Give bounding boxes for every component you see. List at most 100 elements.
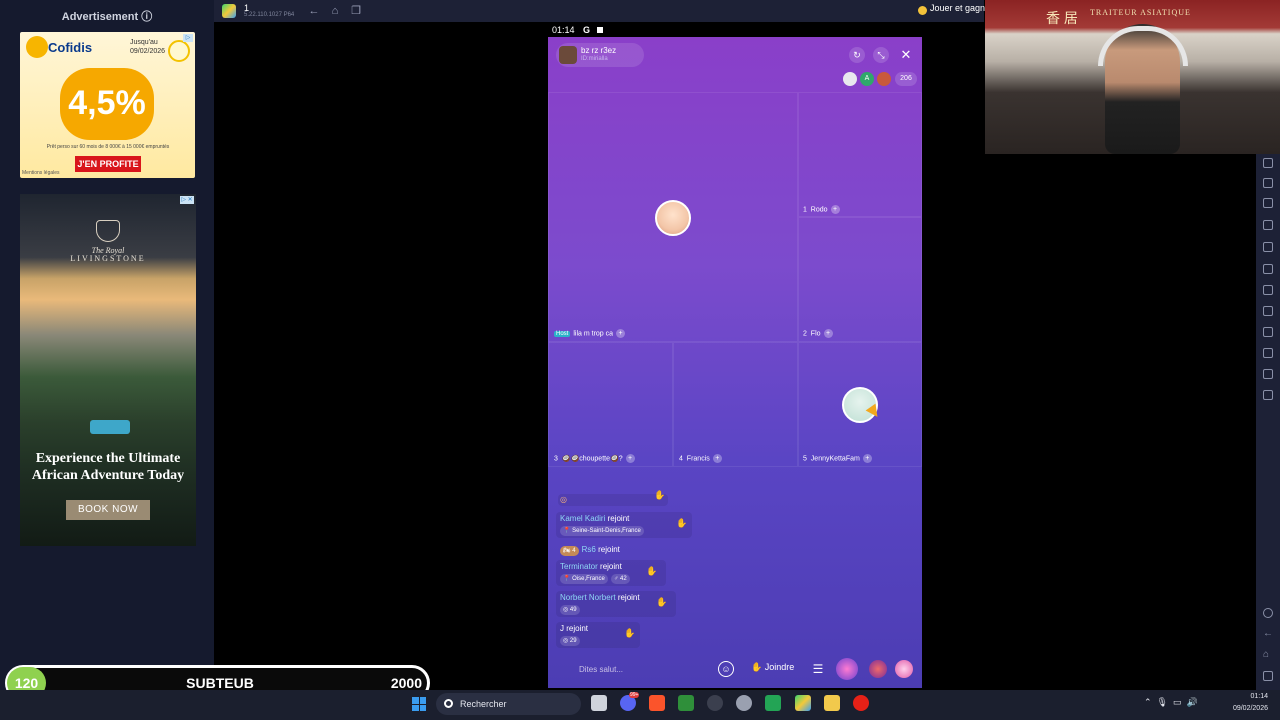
chat-input[interactable]: Dites salut... (571, 662, 706, 678)
join-button[interactable]: ✋ Joindre (751, 662, 794, 673)
follow-plus-icon[interactable]: + (823, 329, 833, 338)
seat-number: 2 (803, 330, 807, 338)
system-tray[interactable]: ⌃ 🎙 ▭ 🔊 (1144, 697, 1198, 708)
livingstone-ad[interactable]: The Royal LIVINGSTONE Experience the Ult… (20, 194, 196, 546)
seat-3[interactable] (548, 342, 673, 467)
taskbar-date[interactable]: 09/02/2026 (1220, 705, 1268, 712)
ad-legal-link[interactable]: Mentions légales (22, 170, 60, 176)
game-icon[interactable] (836, 658, 858, 680)
share-icon[interactable]: ↻ (849, 47, 865, 63)
sidebar-tool-icon[interactable] (1263, 327, 1273, 337)
windows-start-icon[interactable] (412, 697, 426, 711)
sidebar-tool-icon[interactable] (1263, 264, 1273, 274)
hotel-name-line2: LIVINGSTONE (70, 254, 146, 263)
sidebar-tool-icon[interactable] (1263, 285, 1273, 295)
multi-window-icon[interactable]: ❐ (349, 4, 363, 18)
home-icon[interactable]: ⌂ (328, 4, 342, 18)
adchoices-icon[interactable]: ▷ (183, 34, 193, 42)
wave-icon[interactable]: ✋ (654, 490, 665, 501)
adchoices-icon[interactable]: ▷ ✕ (180, 196, 194, 204)
minimize-icon[interactable]: ⤡ (873, 47, 889, 63)
seat-name: Rodo (810, 206, 828, 214)
viewer-avatar[interactable]: A (860, 72, 874, 86)
book-now-button[interactable]: BOOK NOW (66, 500, 150, 520)
wave-icon[interactable]: ✋ (656, 597, 667, 608)
brave-icon[interactable] (649, 695, 665, 711)
bluestacks-icon[interactable] (795, 695, 811, 711)
home-icon[interactable]: ⌂ (1263, 650, 1273, 660)
host-badge: Host (554, 331, 571, 338)
recents-icon[interactable] (1263, 671, 1273, 681)
sidebar-tool-icon[interactable] (1263, 348, 1273, 358)
taskbar-time[interactable]: 01:14 (1230, 693, 1268, 700)
seat-name: JennyKettaFam (810, 455, 860, 463)
follow-plus-icon[interactable]: + (862, 454, 872, 463)
search-icon (444, 699, 453, 708)
sidebar-tool-icon[interactable] (1263, 306, 1273, 316)
follow-plus-icon[interactable]: + (616, 329, 626, 338)
sub-goal-target: 2000 (390, 675, 422, 691)
follow-plus-icon[interactable]: + (712, 454, 722, 463)
follow-plus-icon[interactable]: + (625, 454, 635, 463)
sub-goal-label: SUBTEUB (186, 675, 254, 691)
ad-cta-button[interactable]: J'EN PROFITE (75, 156, 141, 172)
app-icon[interactable] (707, 695, 723, 711)
chat-message: 🏍 4 Rs6 rejoint (556, 543, 628, 556)
seat-name: 🥥🥥choupette🥥? (561, 455, 623, 463)
gift-icon[interactable] (895, 660, 913, 678)
seat-4[interactable] (673, 342, 798, 467)
sidebar-tool-icon[interactable] (1263, 158, 1273, 168)
viewer-avatar[interactable] (843, 72, 857, 86)
wave-icon[interactable]: ✋ (676, 518, 687, 529)
chat-user-name[interactable]: J (560, 624, 564, 633)
emoji-icon[interactable]: ☺ (718, 661, 734, 677)
seat-2[interactable] (798, 217, 922, 342)
sidebar-tool-icon[interactable] (1263, 369, 1273, 379)
promo-icon (918, 6, 927, 15)
menu-icon[interactable]: ☰ (809, 660, 827, 678)
host-avatar[interactable] (655, 200, 691, 236)
seat-3-label: 3 🥥🥥choupette🥥? + (554, 454, 635, 463)
windows-taskbar (0, 690, 1280, 720)
viewer-count[interactable]: 206 (895, 72, 917, 86)
cofidis-ad[interactable]: Cofidis Jusqu'au 09/02/2026 4,5% Prêt pe… (20, 32, 195, 178)
follow-plus-icon[interactable]: + (830, 205, 840, 214)
sidebar-tool-icon[interactable] (1263, 390, 1273, 400)
promo-link[interactable]: Jouer et gagn (930, 3, 985, 13)
seat-1-label: 1 Rodo + (803, 205, 840, 214)
wave-icon[interactable]: ✋ (624, 628, 635, 639)
chat-user-name[interactable]: Rs6 (582, 545, 596, 554)
spreadsheet-icon[interactable] (765, 695, 781, 711)
shop-sign-chinese: 香 居 (1046, 10, 1078, 26)
wave-icon[interactable]: ✋ (646, 566, 657, 577)
chat-user-name[interactable]: Norbert Norbert (560, 593, 616, 602)
rose-gift-icon[interactable] (869, 660, 887, 678)
chat-user-name[interactable]: Terminator (560, 562, 598, 571)
status-time: 01:14 (552, 25, 575, 35)
close-icon[interactable]: ✕ (898, 47, 914, 63)
seat-1[interactable] (798, 92, 922, 217)
chat-user-name[interactable]: Kamel Kadiri (560, 514, 605, 523)
nvidia-icon[interactable] (678, 695, 694, 711)
sidebar-tool-icon[interactable] (1263, 220, 1273, 230)
settings-icon[interactable] (736, 695, 752, 711)
folder-icon[interactable] (824, 695, 840, 711)
media-player-icon[interactable] (853, 695, 869, 711)
sidebar-tool-icon[interactable] (1263, 242, 1273, 252)
seat-name: Francis (686, 455, 710, 463)
stat-text: 29 (569, 638, 577, 644)
back-arrow-icon[interactable]: ← (307, 4, 321, 18)
ad-brand: Cofidis (48, 40, 93, 55)
chat-message: Terminator rejoint 📍 Oise,France ♂ 42 ✋ (556, 560, 666, 586)
sidebar-tool-icon[interactable] (1263, 178, 1273, 188)
emulator-logo-icon (222, 4, 236, 18)
taskbar-search[interactable] (436, 693, 581, 715)
file-explorer-icon[interactable] (591, 695, 607, 711)
back-icon[interactable]: ← (1263, 629, 1273, 639)
sun-logo-icon (26, 36, 48, 58)
location-text: Oise,France (572, 576, 605, 582)
room-id: ID:mirialla (581, 56, 608, 62)
viewer-avatar[interactable] (877, 72, 891, 86)
settings-gear-icon[interactable] (1263, 608, 1273, 618)
sidebar-tool-icon[interactable] (1263, 198, 1273, 208)
